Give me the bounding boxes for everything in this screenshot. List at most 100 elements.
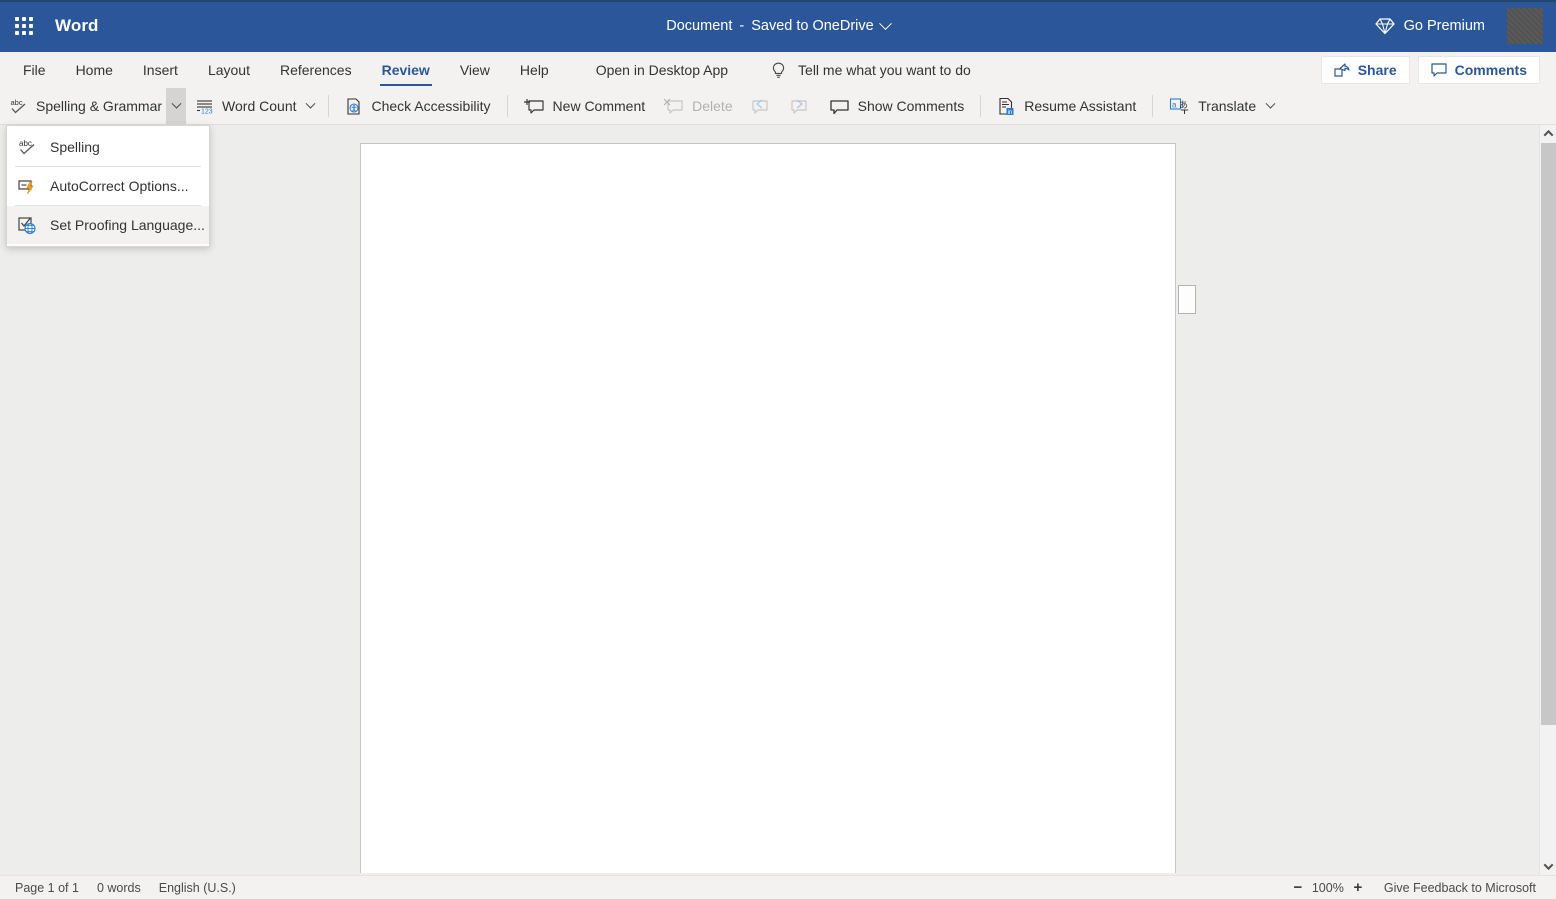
proofing-language-icon [17,215,37,235]
check-accessibility-button[interactable]: Check Accessibility [336,90,500,122]
ribbon-divider [1152,95,1154,117]
check-accessibility-label: Check Accessibility [371,98,491,114]
menu-item-label: AutoCorrect Options... [50,178,189,194]
show-comments-button[interactable]: Show Comments [820,90,974,122]
abc-check-icon: abc [9,97,28,116]
svg-text:a: a [1172,100,1177,109]
menu-item-spelling[interactable]: abc Spelling [7,128,209,166]
tab-view[interactable]: View [445,52,505,88]
abc-check-icon: abc [17,137,37,157]
comment-icon [1431,63,1447,77]
new-comment-button[interactable]: New Comment [515,90,655,122]
tab-label: Home [75,62,113,78]
document-title-container: Document - Saved to OneDrive [0,0,1556,52]
tab-review[interactable]: Review [367,52,445,88]
delete-comment-button: Delete [654,90,741,122]
document-workspace [0,125,1556,875]
resume-assistant-icon: in [997,97,1016,116]
chevron-down-icon [171,98,181,109]
translate-button[interactable]: a あ Translate [1160,90,1260,122]
new-comment-icon [523,97,545,116]
app-launcher-icon[interactable] [0,0,48,52]
translate-dropdown-toggle[interactable] [1260,88,1280,124]
next-comment-icon [790,97,811,116]
tab-layout[interactable]: Layout [193,52,265,88]
share-button[interactable]: Share [1320,56,1410,84]
chevron-down-icon [1265,98,1276,109]
previous-comment-icon [751,97,772,116]
spelling-grammar-split-button: abc Spelling & Grammar [0,88,187,124]
tab-label: References [279,62,352,78]
tell-me-label: Tell me what you want to do [798,62,971,78]
share-icon [1334,63,1350,77]
menu-item-set-proofing-language[interactable]: Set Proofing Language... [7,206,209,244]
share-label: Share [1357,62,1397,78]
spelling-grammar-label: Spelling & Grammar [36,98,163,114]
comments-label: Comments [1454,62,1527,78]
tab-file[interactable]: File [8,52,61,88]
svg-text:123: 123 [201,108,213,115]
chevron-up-icon[interactable] [1540,125,1556,142]
tab-label: Review [381,62,430,78]
vertical-scrollbar[interactable] [1539,125,1556,875]
translate-split-button: a あ Translate [1160,90,1280,122]
previous-comment-button [742,90,781,122]
word-count-icon: 123 [195,97,214,116]
document-title-button[interactable]: Document - Saved to OneDrive [666,16,892,34]
open-in-desktop-app-label: Open in Desktop App [595,62,729,78]
window-top-edge [0,0,1556,2]
tab-help[interactable]: Help [505,52,564,88]
resume-assistant-label: Resume Assistant [1024,98,1137,114]
ribbon-toolbar: abc Spelling & Grammar 123 Word Count Ch… [0,88,1556,125]
zoom-level[interactable]: 100% [1310,881,1346,895]
word-count-button[interactable]: 123 Word Count [186,90,300,122]
open-in-desktop-app-button[interactable]: Open in Desktop App [564,52,743,88]
resume-assistant-button[interactable]: in Resume Assistant [988,90,1145,122]
comments-button[interactable]: Comments [1417,56,1540,84]
delete-comment-icon [663,97,684,116]
translate-label: Translate [1198,98,1257,114]
autocorrect-icon [17,176,37,196]
tab-label: Insert [142,62,178,78]
zoom-out-button[interactable]: − [1288,878,1308,898]
svg-text:あ: あ [1179,100,1188,111]
scrollbar-thumb[interactable] [1541,143,1556,725]
translate-icon: a あ [1169,97,1190,116]
new-comment-label: New Comment [552,98,646,114]
next-comment-button [781,90,820,122]
tell-me-search[interactable]: Tell me what you want to do [743,52,985,88]
title-bar: Word Document - Saved to OneDrive Go Pre… [0,0,1556,52]
tab-bar-actions: Share Comments [1320,52,1556,88]
page-info[interactable]: Page 1 of 1 [6,881,88,895]
word-count-status[interactable]: 0 words [88,881,150,895]
tab-label: View [459,62,490,78]
document-page[interactable] [360,143,1176,873]
chevron-down-icon[interactable] [1540,858,1556,875]
tab-references[interactable]: References [265,52,367,88]
tab-label: Help [519,62,549,78]
ribbon-tab-bar: File Home Insert Layout References Revie… [0,52,1556,88]
title-separator: - [739,18,745,34]
tab-insert[interactable]: Insert [128,52,193,88]
tab-label: File [23,62,46,78]
ribbon-divider [980,95,982,117]
give-feedback-link[interactable]: Give Feedback to Microsoft [1370,881,1546,895]
tab-home[interactable]: Home [61,52,128,88]
save-state-label: Saved to OneDrive [751,18,874,34]
document-name: Document [666,18,733,34]
go-premium-button[interactable]: Go Premium [1363,6,1497,46]
spelling-grammar-dropdown-toggle[interactable] [166,88,187,124]
spelling-grammar-button[interactable]: abc Spelling & Grammar [0,90,166,122]
menu-item-autocorrect-options[interactable]: AutoCorrect Options... [7,167,209,205]
menu-item-label: Set Proofing Language... [50,217,205,233]
chevron-down-icon [305,98,316,109]
word-count-dropdown-toggle[interactable] [301,88,321,124]
avatar[interactable] [1507,8,1543,44]
chevron-down-icon [878,16,892,30]
app-name[interactable]: Word [55,16,99,36]
comment-pane-stub[interactable] [1178,285,1196,314]
language-status[interactable]: English (U.S.) [150,881,245,895]
zoom-in-button[interactable]: + [1348,878,1368,898]
spelling-grammar-menu: abc Spelling AutoCorrect Options... Set … [6,125,210,247]
menu-item-label: Spelling [50,139,100,155]
